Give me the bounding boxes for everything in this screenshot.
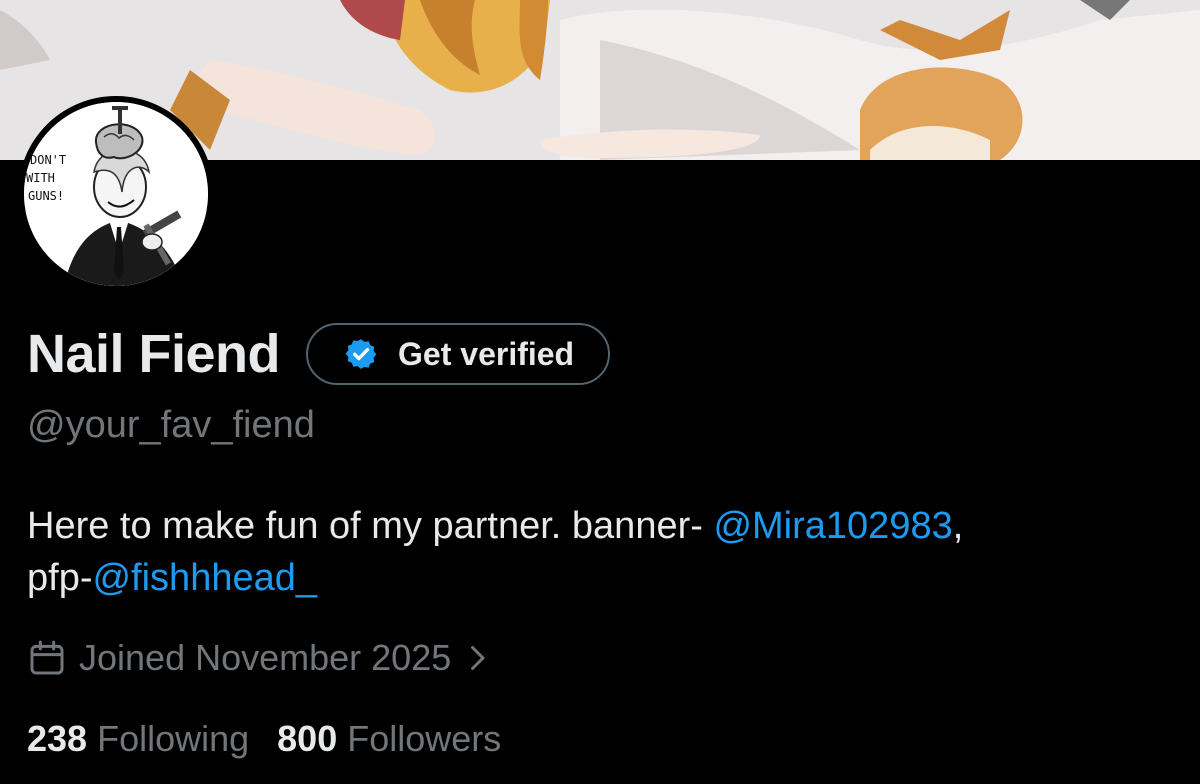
followers-count: 800 [277, 718, 338, 759]
svg-text:DON'T: DON'T [30, 153, 66, 167]
joined-date-text: Joined November 2025 [79, 637, 452, 678]
bio-text: , [952, 505, 964, 547]
following-label: Following [97, 718, 250, 759]
bio-mention-link[interactable]: @fishhhead_ [92, 557, 317, 599]
chevron-right-icon [471, 646, 485, 670]
profile-bio: Here to make fun of my partner. banner- … [27, 500, 1187, 604]
verified-badge-icon [345, 339, 377, 369]
following-count: 238 [27, 718, 88, 759]
name-row: Nail Fiend Get verified [27, 318, 611, 390]
profile-handle: @your_fav_fiend [27, 404, 315, 446]
get-verified-button[interactable]: Get verified [306, 323, 611, 385]
svg-text:GUNS!: GUNS! [28, 189, 64, 203]
joined-date-row[interactable]: Joined November 2025 [27, 636, 489, 680]
bio-text: pfp- [27, 557, 93, 599]
bio-mention-link[interactable]: @Mira102983 [713, 505, 952, 547]
profile-stats: 238 Following 800 Followers [27, 716, 501, 762]
calendar-icon [30, 640, 64, 675]
svg-text:WITH: WITH [26, 171, 55, 185]
bio-text: Here to make fun of my partner. banner- [27, 505, 714, 547]
display-name: Nail Fiend [27, 324, 281, 384]
get-verified-label: Get verified [398, 335, 575, 372]
following-link[interactable]: 238 Following [27, 718, 249, 760]
avatar-image: DON'T WITH GUNS! [24, 102, 208, 286]
followers-link[interactable]: 800 Followers [277, 718, 501, 760]
profile-avatar[interactable]: DON'T WITH GUNS! [18, 96, 214, 292]
followers-label: Followers [347, 718, 502, 759]
